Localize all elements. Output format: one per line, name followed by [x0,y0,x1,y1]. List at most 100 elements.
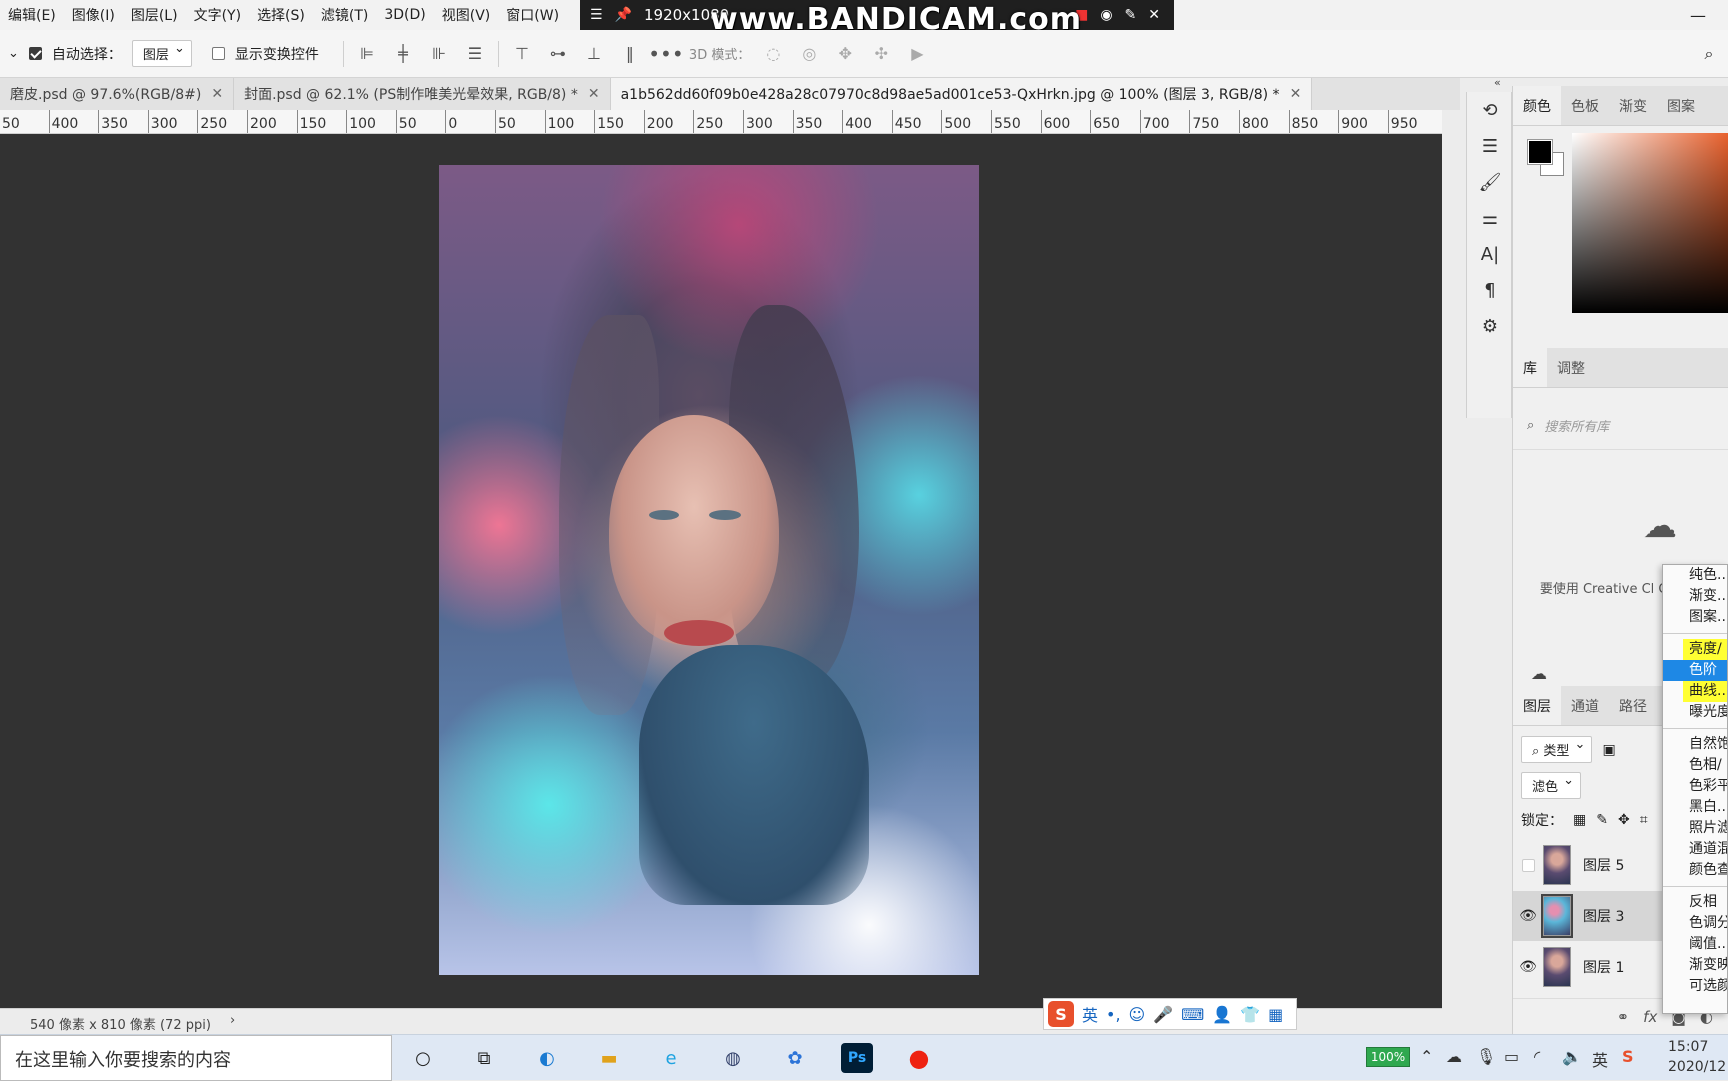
show-transform-checkbox[interactable] [211,47,225,60]
photoshop-icon[interactable]: Ps [841,1043,873,1073]
volume-icon[interactable]: 🔈 [1562,1047,1582,1066]
chevron-down-icon[interactable]: ⌄ [8,46,19,61]
tab-document-1[interactable]: 磨皮.psd @ 97.6%(RGB/8#) ✕ [0,78,235,110]
tab-color[interactable]: 颜色 [1513,86,1561,125]
menu-item-pattern[interactable]: 图案... [1663,607,1727,628]
distribute-vertical-icon[interactable]: ‖ [617,41,643,67]
ime-tray-label[interactable]: 英 [1592,1047,1608,1071]
tab-swatches[interactable]: 色板 [1561,86,1609,125]
video-3d-icon[interactable]: ▶ [904,41,930,67]
camera-icon[interactable]: ◉ [1100,7,1112,23]
lock-paint-icon[interactable]: ✎ [1596,812,1608,828]
close-icon[interactable]: ✕ [211,86,223,102]
network-app-icon[interactable]: ✿ [779,1043,811,1073]
glyphs-icon[interactable]: ⚙ [1467,308,1513,344]
user-icon[interactable]: 👤 [1212,1005,1232,1024]
brush-icon[interactable]: 🖌 [1467,164,1513,200]
menu-item-brightness[interactable]: 亮度/ [1663,639,1727,660]
minimize-button[interactable]: — [1668,0,1728,30]
menu-item-photo-filter[interactable]: 照片滤 [1663,818,1727,839]
menu-type[interactable]: 文字(Y) [186,5,249,25]
menu-image[interactable]: 图像(I) [64,5,123,25]
lock-transparent-icon[interactable]: ▦ [1573,812,1586,828]
menu-item-gradient-map[interactable]: 渐变映 [1663,955,1727,976]
menu-item-curves[interactable]: 曲线... [1663,681,1727,702]
toolbox-icon[interactable]: ▦ [1268,1005,1283,1024]
align-left-icon[interactable]: ⊫ [354,41,380,67]
system-clock[interactable]: 15:07 2020/12 [1668,1037,1726,1077]
sogou-tray-icon[interactable]: S [1622,1047,1634,1066]
task-view-icon[interactable]: ⧉ [468,1043,500,1073]
menu-item-color-balance[interactable]: 色彩平 [1663,776,1727,797]
menu-layer[interactable]: 图层(L) [123,5,186,25]
menu-item-levels[interactable]: 色阶 [1663,660,1727,681]
slide-3d-icon[interactable]: ✣ [868,41,894,67]
menu-edit[interactable]: 编辑(E) [0,5,64,25]
file-explorer-icon[interactable]: ▬ [593,1043,625,1073]
library-search[interactable]: ⌕ 搜索所有库 [1513,402,1728,450]
lock-position-icon[interactable]: ✥ [1618,812,1630,828]
distribute-icon[interactable]: ☰ [462,41,488,67]
taskbar-search-input[interactable]: 在这里输入你要搜索的内容 [0,1035,392,1081]
microphone-icon[interactable]: 🎤 [1153,1005,1173,1024]
close-icon[interactable]: ✕ [1148,7,1160,23]
menu-select[interactable]: 选择(S) [249,5,313,25]
menu-item-black-white[interactable]: 黑白... [1663,797,1727,818]
menu-item-hue-saturation[interactable]: 色相/ [1663,755,1727,776]
fx-button[interactable]: fx [1643,1008,1657,1026]
link-icon[interactable]: ⚭ [1617,1008,1630,1026]
menu-filter[interactable]: 滤镜(T) [313,5,376,25]
roll-3d-icon[interactable]: ◎ [796,41,822,67]
menu-view[interactable]: 视图(V) [434,5,499,25]
menu-item-channel-mixer[interactable]: 通道混 [1663,839,1727,860]
onedrive-icon[interactable]: ☁ [1446,1047,1462,1066]
menu-item-selective-color[interactable]: 可选颜 [1663,976,1727,997]
foreground-color-swatch[interactable] [1527,139,1553,165]
edge-icon[interactable]: ◐ [531,1043,563,1073]
ime-language[interactable]: 英 [1082,1002,1098,1026]
search-icon[interactable]: ⌕ [1696,41,1722,67]
bandicam-record-icon[interactable]: ● [903,1043,935,1073]
skin-icon[interactable]: 👕 [1240,1005,1260,1024]
history-icon[interactable]: ⟲ [1467,92,1513,128]
sogou-logo-icon[interactable]: S [1048,1001,1074,1027]
auto-select-checkbox[interactable] [28,47,42,60]
pencil-icon[interactable]: ✎ [1125,7,1137,23]
menu-item-invert[interactable]: 反相 [1663,892,1727,913]
align-center-icon[interactable]: ╪ [390,41,416,67]
close-icon[interactable]: ✕ [588,86,600,102]
menu-window[interactable]: 窗口(W) [498,5,567,25]
tab-channels[interactable]: 通道 [1561,686,1609,725]
menu-3d[interactable]: 3D(D) [376,7,433,23]
collapse-panels-icon[interactable]: « [1494,76,1501,89]
tab-document-3[interactable]: a1b562dd60f09b0e428a28c07970c8d98ae5ad00… [610,78,1313,110]
brush-settings-icon[interactable]: ⚌ [1467,200,1513,236]
menu-item-gradient[interactable]: 渐变... [1663,586,1727,607]
cloud-status-icon[interactable]: ☁ [1531,664,1547,683]
align-bottom-icon[interactable]: ⊥ [581,41,607,67]
tab-gradients[interactable]: 渐变 [1609,86,1657,125]
tab-adjustments[interactable]: 调整 [1547,348,1595,387]
align-top-icon[interactable]: ⊤ [509,41,535,67]
menu-item-color-lookup[interactable]: 颜色查 [1663,860,1727,881]
menu-icon[interactable]: ☰ [590,7,603,23]
menu-item-posterize[interactable]: 色调分 [1663,913,1727,934]
app-icon[interactable]: ◍ [717,1043,749,1073]
tab-libraries[interactable]: 库 [1513,348,1547,387]
menu-item-solid-color[interactable]: 纯色... [1663,565,1727,586]
tab-layers[interactable]: 图层 [1513,686,1561,725]
eye-icon[interactable]: 👁 [1513,959,1543,975]
wifi-icon[interactable]: ◜ [1534,1047,1540,1066]
menu-item-vibrance[interactable]: 自然饱 [1663,734,1727,755]
keyboard-icon[interactable]: ⌨ [1181,1005,1204,1024]
properties-icon[interactable]: ☰ [1467,128,1513,164]
battery-icon[interactable]: ▭ [1504,1047,1519,1066]
document-image[interactable] [439,165,979,975]
align-middle-icon[interactable]: ⊶ [545,41,571,67]
drag-3d-icon[interactable]: ✥ [832,41,858,67]
microphone-icon[interactable]: 🎙 [1476,1047,1496,1066]
chevron-up-icon[interactable]: ⌃ [1420,1047,1433,1066]
chevron-right-icon[interactable]: › [230,1013,235,1028]
align-right-icon[interactable]: ⊪ [426,41,452,67]
close-icon[interactable]: ✕ [1290,86,1302,102]
